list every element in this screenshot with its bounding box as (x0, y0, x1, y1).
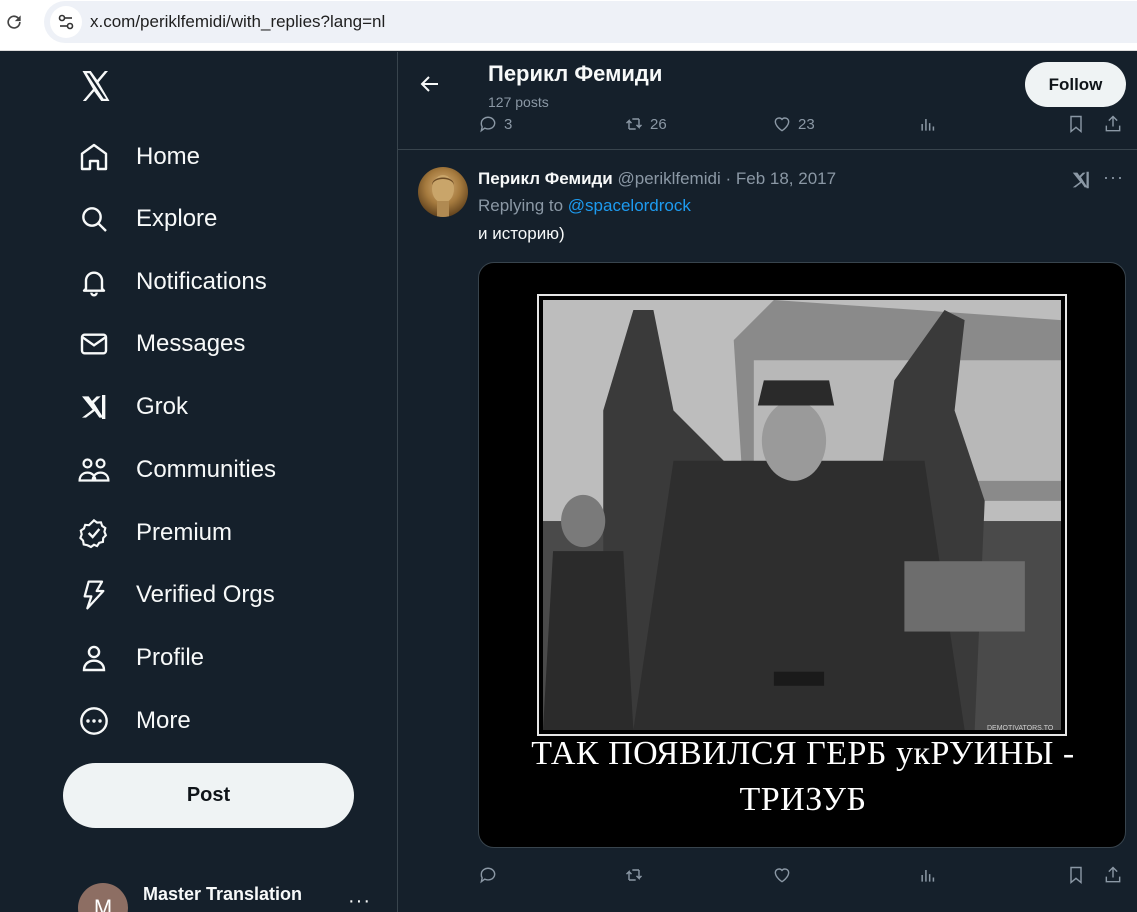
repost-button[interactable]: 26 (624, 114, 667, 134)
bell-icon (76, 264, 112, 300)
tweet-avatar[interactable] (418, 167, 468, 217)
x-logo-icon[interactable] (78, 68, 114, 104)
post-count: 127 posts (488, 94, 549, 110)
repost-icon (625, 869, 643, 881)
share-icon (1105, 866, 1121, 883)
nav-explore-label: Explore (136, 205, 218, 232)
tweet-text: и историю) (478, 224, 565, 243)
nav-notifications-label: Notifications (136, 268, 267, 295)
people-icon (76, 452, 112, 488)
tweet-media[interactable]: DEMOTIVATORS.TO ТАК ПОЯВИЛСЯ ГЕРБ укРУИН… (478, 262, 1126, 848)
repost-icon (625, 118, 643, 130)
back-arrow-icon[interactable] (418, 72, 442, 96)
nav-more-label: More (136, 707, 191, 734)
bookmark-icon (1070, 115, 1082, 134)
reload-icon[interactable] (4, 12, 24, 32)
tweet[interactable]: Перикл Фемиди @periklfemidi · Feb 18, 20… (398, 151, 1137, 912)
person-icon (76, 640, 112, 676)
reply-count: 3 (504, 115, 513, 133)
analytics-icon (921, 119, 935, 131)
reply-icon (480, 116, 496, 133)
nav-profile-label: Profile (136, 644, 205, 671)
tweet-author-name[interactable]: Перикл Фемиди (478, 169, 613, 188)
heart-icon (774, 117, 790, 132)
nav-notifications[interactable]: Notifications (76, 257, 267, 307)
views-button[interactable] (918, 865, 944, 885)
bookmark-button[interactable] (1066, 114, 1092, 134)
share-icon (1105, 115, 1121, 132)
nav-messages-label: Messages (136, 330, 246, 357)
more-circle-icon (76, 703, 112, 739)
nav-verified-orgs[interactable]: Verified Orgs (76, 570, 275, 620)
bookmark-button[interactable] (1066, 865, 1092, 885)
follow-button[interactable]: Follow (1025, 62, 1126, 107)
nav-grok[interactable]: Grok (76, 382, 188, 432)
views-button[interactable] (918, 114, 944, 134)
nav-verified-orgs-label: Verified Orgs (136, 581, 275, 608)
envelope-icon (76, 326, 112, 362)
profile-name: Перикл Фемиди (488, 61, 663, 86)
tweet-photo (543, 300, 1061, 730)
account-name[interactable]: Master Translation (143, 884, 302, 905)
main-column: Перикл Фемиди 127 posts Follow 3 26 23 П… (398, 52, 1137, 912)
media-caption-line2: ТРИЗУБ (739, 781, 867, 818)
share-button[interactable] (1103, 865, 1129, 885)
post-button[interactable]: Post (63, 763, 354, 828)
verified-badge-icon (76, 515, 112, 551)
site-info-icon[interactable] (50, 6, 82, 38)
grok-icon[interactable] (1070, 169, 1092, 191)
nav-home[interactable]: Home (76, 132, 200, 182)
replying-to-mention[interactable]: @spacelordrock (568, 196, 691, 215)
url-text[interactable]: x.com/periklfemidi/with_replies?lang=nl (90, 12, 385, 32)
tweet-header: Перикл Фемиди @periklfemidi · Feb 18, 20… (478, 169, 836, 189)
replying-to-prefix: Replying to (478, 196, 564, 215)
nav-messages[interactable]: Messages (76, 319, 245, 369)
nav-home-label: Home (136, 143, 201, 170)
nav-profile[interactable]: Profile (76, 633, 204, 683)
share-button[interactable] (1103, 114, 1129, 134)
demotivator-frame (537, 294, 1067, 736)
reply-button[interactable]: 3 (478, 114, 512, 134)
tweet-date[interactable]: Feb 18, 2017 (736, 169, 836, 188)
account-avatar[interactable]: M (78, 883, 128, 912)
repost-count: 26 (650, 115, 667, 133)
home-icon (76, 139, 112, 175)
browser-toolbar: x.com/periklfemidi/with_replies?lang=nl (0, 0, 1137, 51)
tweet-actions (398, 865, 1137, 891)
watermark: DEMOTIVATORS.TO (987, 725, 1054, 732)
nav-more[interactable]: More (76, 696, 191, 746)
grok-icon (76, 389, 112, 425)
nav-premium-label: Premium (136, 519, 233, 546)
tweet-more-button[interactable]: ··· (1103, 167, 1124, 188)
lightning-icon (76, 577, 112, 613)
repost-button[interactable] (624, 865, 650, 885)
reply-icon (480, 867, 496, 884)
address-bar[interactable]: x.com/periklfemidi/with_replies?lang=nl (44, 1, 1137, 43)
like-button[interactable] (772, 865, 798, 885)
analytics-icon (921, 870, 935, 882)
replying-to: Replying to @spacelordrock (478, 196, 691, 216)
media-caption-line1: ТАК ПОЯВИЛСЯ ГЕРБ укРУИНЫ - (531, 735, 1075, 772)
tweet-author-handle[interactable]: @periklfemidi (618, 169, 721, 188)
nav-communities[interactable]: Communities (76, 445, 276, 495)
nav-premium[interactable]: Premium (76, 508, 232, 558)
bookmark-icon (1070, 866, 1082, 885)
profile-header: Перикл Фемиди 127 posts Follow 3 26 23 (398, 52, 1137, 150)
prev-tweet-actions: 3 26 23 (398, 114, 1137, 140)
tweet-separator: · (725, 169, 732, 188)
nav-explore[interactable]: Explore (76, 194, 217, 244)
heart-icon (774, 868, 790, 883)
search-icon (76, 201, 112, 237)
nav-communities-label: Communities (136, 456, 277, 483)
like-button[interactable]: 23 (772, 114, 815, 134)
nav-grok-label: Grok (136, 393, 189, 420)
sidebar: Home Explore Notifications Messages Grok… (0, 52, 398, 912)
reply-button[interactable] (478, 865, 504, 885)
account-more-button[interactable]: ··· (348, 890, 371, 912)
like-count: 23 (798, 115, 815, 133)
